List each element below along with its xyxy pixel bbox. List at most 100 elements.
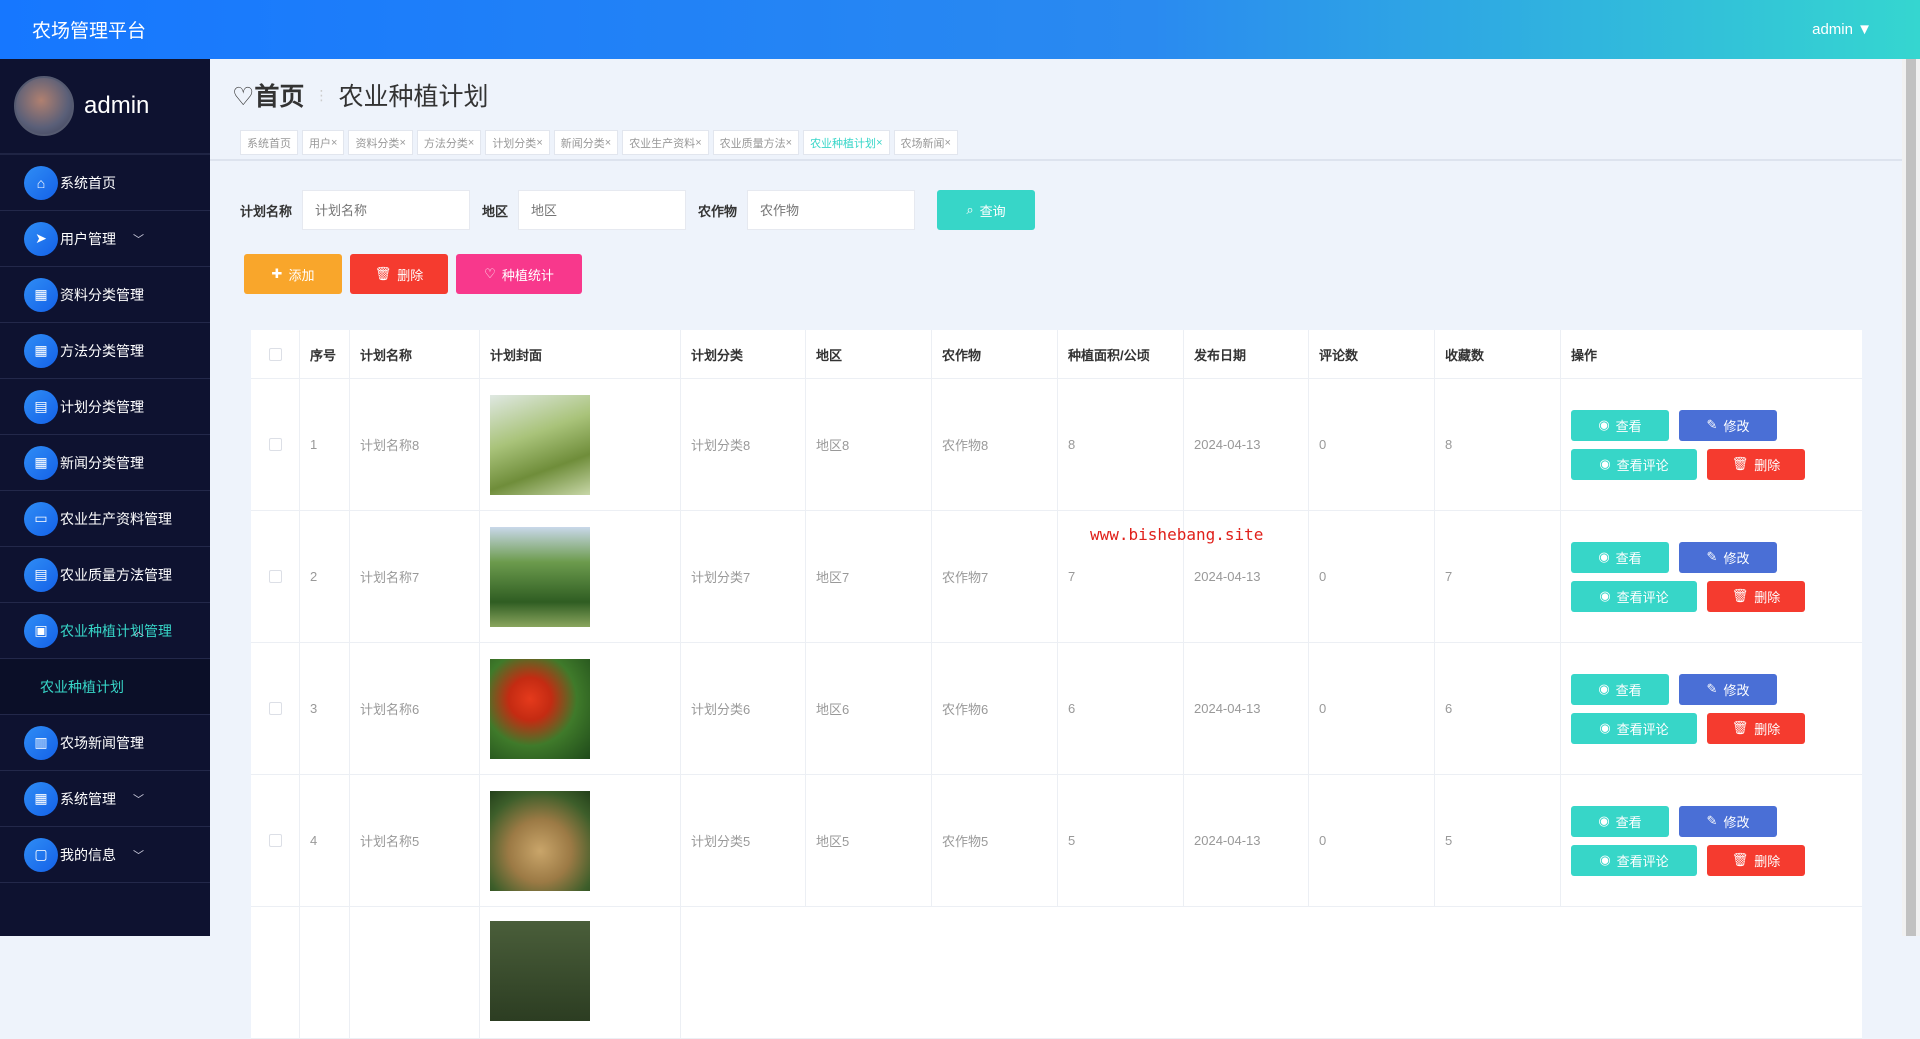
header-cell: 计划分类: [681, 330, 806, 378]
plan-cover-image[interactable]: [490, 790, 590, 891]
sidebar-item[interactable]: ▦ 系统管理 ﹀: [0, 771, 210, 827]
close-icon[interactable]: ×: [876, 137, 882, 149]
edit-label: 修改: [1723, 814, 1750, 830]
sidebar-item[interactable]: ▤ 农业质量方法管理 ﹀: [0, 547, 210, 603]
plan-cover-image[interactable]: [490, 394, 590, 495]
sidebar-item[interactable]: ▢ 我的信息 ﹀: [0, 827, 210, 883]
row-delete-button[interactable]: 🗑 删除: [1707, 448, 1805, 480]
view-comments-button[interactable]: ◉ 查看评论: [1571, 844, 1697, 876]
chevron-down-icon: ﹀: [133, 514, 144, 526]
header-cell: 收藏数: [1435, 330, 1561, 378]
view-button[interactable]: ◉ 查看: [1571, 409, 1669, 441]
cell-comments: 0: [1309, 775, 1435, 906]
cell-crop: 农作物8: [932, 379, 1058, 510]
cell-category: 计划分类7: [681, 511, 806, 642]
tab[interactable]: 用户 ×: [302, 130, 345, 155]
delete-button[interactable]: 🗑 删除: [350, 254, 448, 294]
breadcrumb-current: 农业种植计划: [338, 83, 489, 111]
header-cell: 发布日期: [1184, 330, 1309, 378]
tab[interactable]: 农业种植计划 ×: [803, 130, 890, 155]
row-checkbox[interactable]: [268, 702, 282, 715]
plan-name-input[interactable]: [302, 190, 471, 230]
sidebar-item-label: 我的信息: [60, 846, 116, 863]
user-menu[interactable]: admin ▼: [1812, 21, 1872, 38]
close-icon[interactable]: ×: [786, 137, 792, 149]
cell-comments: 0: [1309, 379, 1435, 510]
edit-button[interactable]: ✎ 修改: [1679, 805, 1777, 837]
tab[interactable]: 新闻分类 ×: [553, 130, 619, 155]
view-label: 查看: [1615, 814, 1642, 830]
cell: [300, 907, 350, 1038]
view-button[interactable]: ◉ 查看: [1571, 673, 1669, 705]
close-icon[interactable]: ×: [605, 137, 611, 149]
tab[interactable]: 农业质量方法 ×: [712, 130, 800, 155]
sidebar-item[interactable]: ▭ 农业生产资料管理 ﹀: [0, 491, 210, 547]
row-checkbox[interactable]: [268, 438, 282, 451]
plan-cover-image[interactable]: [490, 658, 590, 759]
cell-name: 计划名称5: [350, 775, 480, 906]
tab[interactable]: 农场新闻 ×: [893, 130, 958, 155]
watermark: www.bishebang.site: [1090, 525, 1264, 544]
table-row: 1 计划名称8 计划分类8 地区8 农作物8 8 2024-04-13 0 8 ◉ 查看 ✎ 修改 ◉…: [251, 379, 1862, 511]
close-icon[interactable]: ×: [331, 137, 337, 149]
chevron-up-icon: ︿: [133, 626, 144, 638]
sidebar-item[interactable]: ▦ 新闻分类管理 ﹀: [0, 435, 210, 491]
app-title: 农场管理平台: [32, 21, 147, 42]
delete-label: 删除: [397, 267, 424, 283]
trash-icon: 🗑: [374, 266, 392, 281]
stats-button[interactable]: ♡ 种植统计: [456, 254, 582, 294]
view-comments-button[interactable]: ◉ 查看评论: [1571, 448, 1697, 480]
wallet-icon: ▢: [24, 837, 58, 872]
row-delete-label: 删除: [1754, 457, 1781, 473]
add-button[interactable]: ✚ 添加: [244, 254, 342, 294]
chevron-down-icon: ﹀: [133, 402, 144, 414]
plan-cover-image[interactable]: [490, 921, 590, 1021]
query-button[interactable]: ⌕ 查询: [937, 190, 1036, 230]
breadcrumb-home-label: 首页: [254, 83, 305, 111]
edit-button[interactable]: ✎ 修改: [1679, 541, 1777, 573]
sidebar-item[interactable]: ▥ 农场新闻管理 ﹀: [0, 715, 210, 771]
sidebar-item[interactable]: ▣ 农业种植计划管理 ︿: [0, 603, 210, 659]
tab[interactable]: 系统首页: [240, 130, 298, 155]
sidebar-item[interactable]: ➤ 用户管理 ﹀: [0, 211, 210, 267]
caret-down-icon: ▼: [1857, 21, 1872, 38]
scrollbar[interactable]: [1902, 59, 1920, 936]
row-delete-button[interactable]: 🗑 删除: [1707, 844, 1805, 876]
tab[interactable]: 方法分类 ×: [416, 130, 482, 155]
sidebar-item[interactable]: ▦ 资料分类管理 ﹀: [0, 267, 210, 323]
region-input[interactable]: [518, 190, 687, 230]
sidebar-item[interactable]: ▦ 方法分类管理 ﹀: [0, 323, 210, 379]
sidebar-item[interactable]: ⌂ 系统首页: [0, 155, 210, 211]
edit-button[interactable]: ✎ 修改: [1679, 673, 1777, 705]
plan-cover-image[interactable]: [490, 526, 590, 627]
cell-crop: 农作物5: [932, 775, 1058, 906]
row-checkbox[interactable]: [268, 834, 282, 847]
crop-input[interactable]: [747, 190, 916, 230]
edit-button[interactable]: ✎ 修改: [1679, 409, 1777, 441]
cell-category: 计划分类8: [681, 379, 806, 510]
tab[interactable]: 农业生产资料 ×: [622, 130, 709, 155]
tab-bar: 系统首页 用户 × 资料分类 × 方法分类 × 计划分类 × 新闻分类 × 农业生产资料 × 农业质量方法…: [240, 130, 958, 155]
close-icon[interactable]: ×: [945, 137, 951, 149]
row-delete-button[interactable]: 🗑 删除: [1707, 580, 1805, 612]
view-button[interactable]: ◉ 查看: [1571, 541, 1669, 573]
close-icon[interactable]: ×: [399, 137, 405, 149]
close-icon[interactable]: ×: [468, 137, 474, 149]
sidebar-subitem[interactable]: 农业种植计划: [0, 659, 210, 715]
tab-label: 新闻分类: [560, 137, 605, 150]
close-icon[interactable]: ×: [536, 137, 542, 149]
select-all-checkbox[interactable]: [268, 347, 282, 361]
row-checkbox[interactable]: [268, 570, 282, 583]
row-delete-button[interactable]: 🗑 删除: [1707, 712, 1805, 744]
scrollbar-thumb[interactable]: [1906, 59, 1916, 936]
view-comments-button[interactable]: ◉ 查看评论: [1571, 712, 1697, 744]
tab[interactable]: 资料分类 ×: [348, 130, 413, 155]
chevron-down-icon: ﹀: [133, 458, 144, 470]
view-button[interactable]: ◉ 查看: [1571, 805, 1669, 837]
tab-label: 农业生产资料: [629, 137, 696, 150]
breadcrumb-home[interactable]: ♡首页: [232, 77, 304, 113]
tab[interactable]: 计划分类 ×: [485, 130, 550, 155]
sidebar-item[interactable]: ▤ 计划分类管理 ﹀: [0, 379, 210, 435]
view-comments-button[interactable]: ◉ 查看评论: [1571, 580, 1697, 612]
close-icon[interactable]: ×: [695, 137, 701, 149]
